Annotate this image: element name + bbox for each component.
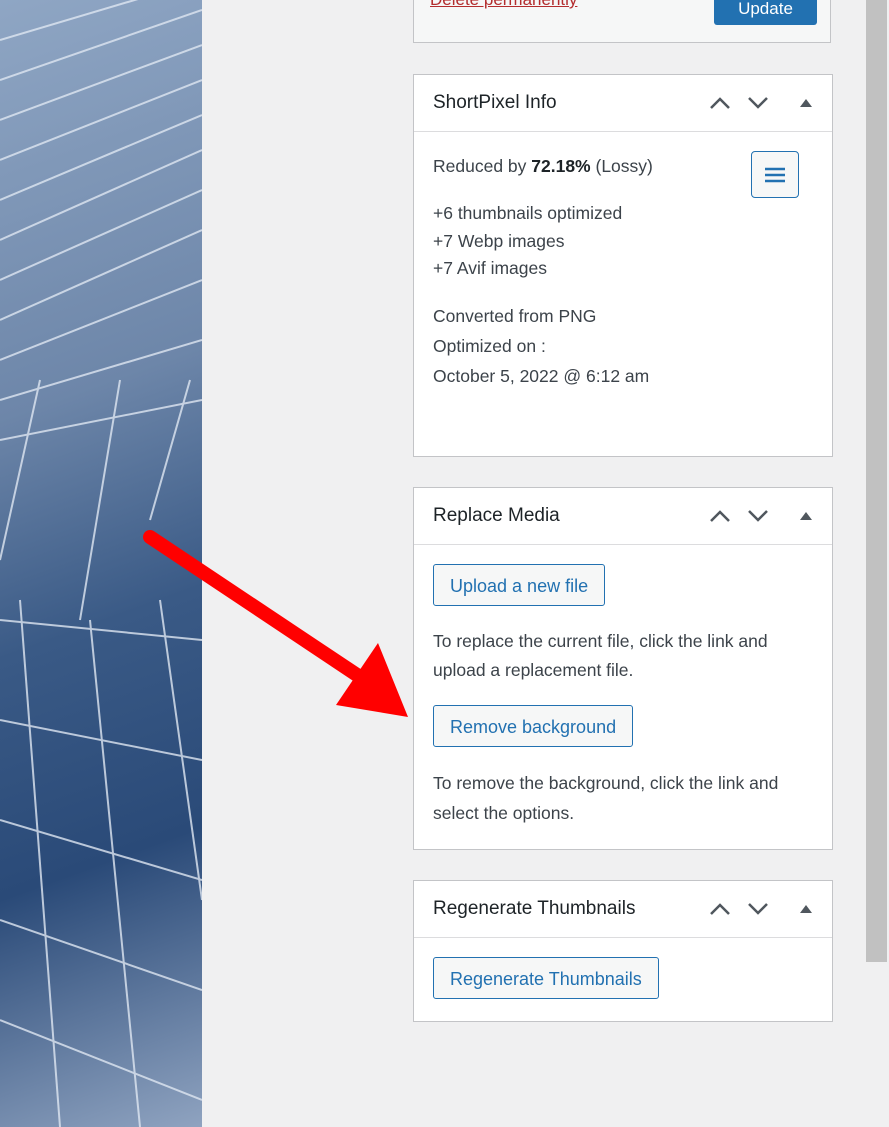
replace-media-title: Replace Media [433, 505, 560, 526]
upload-new-file-button[interactable]: Upload a new file [433, 564, 606, 606]
optimization-stats: +6 thumbnails optimized +7 Webp images +… [433, 200, 813, 283]
scrollbar[interactable] [866, 0, 887, 962]
remove-background-description: To remove the background, click the link… [433, 773, 779, 823]
postbox-header: Regenerate Thumbnails [414, 881, 832, 938]
regenerate-thumbnails-box: Regenerate Thumbnails Regenerate Thumbna… [413, 880, 833, 1022]
delete-permanently-link[interactable]: Delete permanently [430, 0, 577, 10]
red-arrow [143, 530, 408, 717]
upload-description: To replace the current file, click the l… [433, 631, 768, 680]
optimized-date: October 5, 2022 @ 6:12 am [433, 365, 650, 386]
triangle-up-icon[interactable] [792, 89, 820, 117]
regenerate-thumbnails-button[interactable]: Regenerate Thumbnails [433, 957, 659, 999]
optimized-label: Optimized on : [433, 335, 546, 356]
webp-stat: +7 Webp images [433, 230, 565, 251]
triangle-up-icon[interactable] [792, 502, 820, 530]
chevron-down-icon[interactable] [744, 502, 772, 530]
thumbnails-stat: +6 thumbnails optimized [433, 203, 623, 223]
chevron-down-icon[interactable] [744, 89, 772, 117]
reduced-suffix: (Lossy) [590, 156, 653, 176]
chevron-up-icon[interactable] [706, 502, 734, 530]
reduced-prefix: Reduced by [433, 156, 532, 176]
postbox-header: ShortPixel Info [414, 75, 832, 132]
remove-background-button[interactable]: Remove background [433, 705, 634, 747]
update-button[interactable]: Update [714, 0, 817, 25]
shortpixel-title: ShortPixel Info [433, 92, 557, 113]
avif-stat: +7 Avif images [433, 258, 547, 278]
postbox-header: Replace Media [414, 488, 832, 545]
hamburger-icon[interactable] [751, 151, 799, 198]
chevron-down-icon[interactable] [744, 895, 772, 923]
triangle-up-icon[interactable] [792, 895, 820, 923]
chevron-up-icon[interactable] [706, 89, 734, 117]
regenerate-body: Regenerate Thumbnails [414, 938, 832, 999]
regenerate-title: Regenerate Thumbnails [433, 898, 636, 919]
shortpixel-info-box: ShortPixel Info Reduced by 72.18% (Lossy… [413, 74, 833, 457]
replace-media-body: Upload a new file To replace the current… [414, 545, 832, 828]
publish-actions-box: Delete permanently Update [413, 0, 831, 43]
shortpixel-body: Reduced by 72.18% (Lossy) +6 thumbnails … [414, 132, 832, 391]
replace-media-box: Replace Media Upload a new file To repla… [413, 487, 833, 850]
converted-text: Converted from PNG [433, 305, 597, 326]
reduced-value: 72.18% [531, 156, 591, 176]
chevron-up-icon[interactable] [706, 895, 734, 923]
